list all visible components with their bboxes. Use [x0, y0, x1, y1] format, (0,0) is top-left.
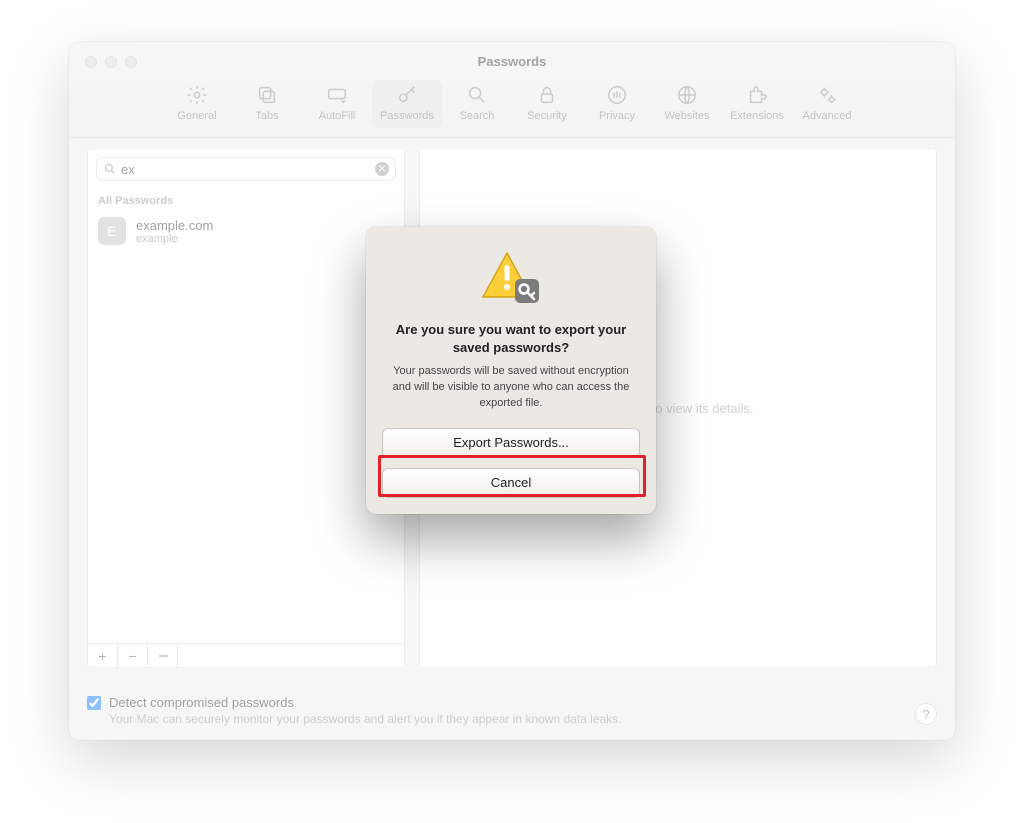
tab-security[interactable]: Security: [512, 80, 582, 128]
remove-button[interactable]: −: [118, 644, 148, 667]
gear-icon: [186, 84, 208, 106]
tab-tabs[interactable]: Tabs: [232, 80, 302, 128]
clear-search-icon[interactable]: ✕: [375, 162, 389, 176]
tab-extensions[interactable]: Extensions: [722, 80, 792, 128]
tab-autofill[interactable]: AutoFill: [302, 80, 372, 128]
hand-icon: [606, 84, 628, 106]
search-row: ✕: [88, 149, 404, 189]
export-alert: Are you sure you want to export your sav…: [366, 227, 656, 514]
search-icon: [466, 84, 488, 106]
autofill-icon: [326, 84, 348, 106]
tabs-icon: [256, 84, 278, 106]
list-item[interactable]: E example.com example: [88, 211, 404, 251]
search-icon: [103, 162, 117, 176]
tab-search[interactable]: Search: [442, 80, 512, 128]
help-button[interactable]: ?: [915, 703, 937, 725]
gears-icon: [816, 84, 838, 106]
preferences-toolbar: General Tabs AutoFill Passwords Search S…: [69, 80, 955, 128]
footer-row: Detect compromised passwords Your Mac ca…: [87, 695, 937, 726]
sidebar-footer: + −: [88, 643, 404, 667]
lock-icon: [536, 84, 558, 106]
cancel-button[interactable]: Cancel: [382, 468, 640, 498]
puzzle-icon: [746, 84, 768, 106]
add-button[interactable]: +: [88, 644, 118, 667]
search-field[interactable]: ✕: [96, 157, 396, 181]
detect-compromised-checkbox[interactable]: Detect compromised passwords: [87, 695, 937, 710]
site-name: example.com: [136, 218, 213, 233]
export-passwords-button[interactable]: Export Passwords...: [382, 428, 640, 458]
titlebar: Passwords General Tabs AutoFill Password…: [69, 42, 955, 138]
more-button[interactable]: [148, 644, 178, 667]
tab-general[interactable]: General: [162, 80, 232, 128]
alert-message: Your passwords will be saved without enc…: [382, 364, 640, 412]
globe-icon: [676, 84, 698, 106]
alert-title: Are you sure you want to export your sav…: [382, 321, 640, 356]
ellipsis-chevron-icon: [156, 649, 170, 663]
site-user: example: [136, 233, 213, 245]
passwords-list: E example.com example: [88, 211, 404, 643]
checkbox-input[interactable]: [87, 696, 101, 710]
window-title: Passwords: [69, 54, 955, 69]
sidebar-section-label: All Passwords: [88, 189, 404, 211]
site-favicon: E: [98, 217, 126, 245]
tab-websites[interactable]: Websites: [652, 80, 722, 128]
checkbox-label: Detect compromised passwords: [109, 695, 294, 710]
passwords-sidebar: ✕ All Passwords E example.com example + …: [87, 148, 405, 668]
tab-passwords[interactable]: Passwords: [372, 80, 442, 128]
search-input[interactable]: [121, 162, 371, 177]
tab-advanced[interactable]: Advanced: [792, 80, 862, 128]
tab-privacy[interactable]: Privacy: [582, 80, 652, 128]
key-icon: [396, 84, 418, 106]
footer-subtext: Your Mac can securely monitor your passw…: [109, 712, 937, 726]
warning-key-icon: [479, 249, 543, 307]
